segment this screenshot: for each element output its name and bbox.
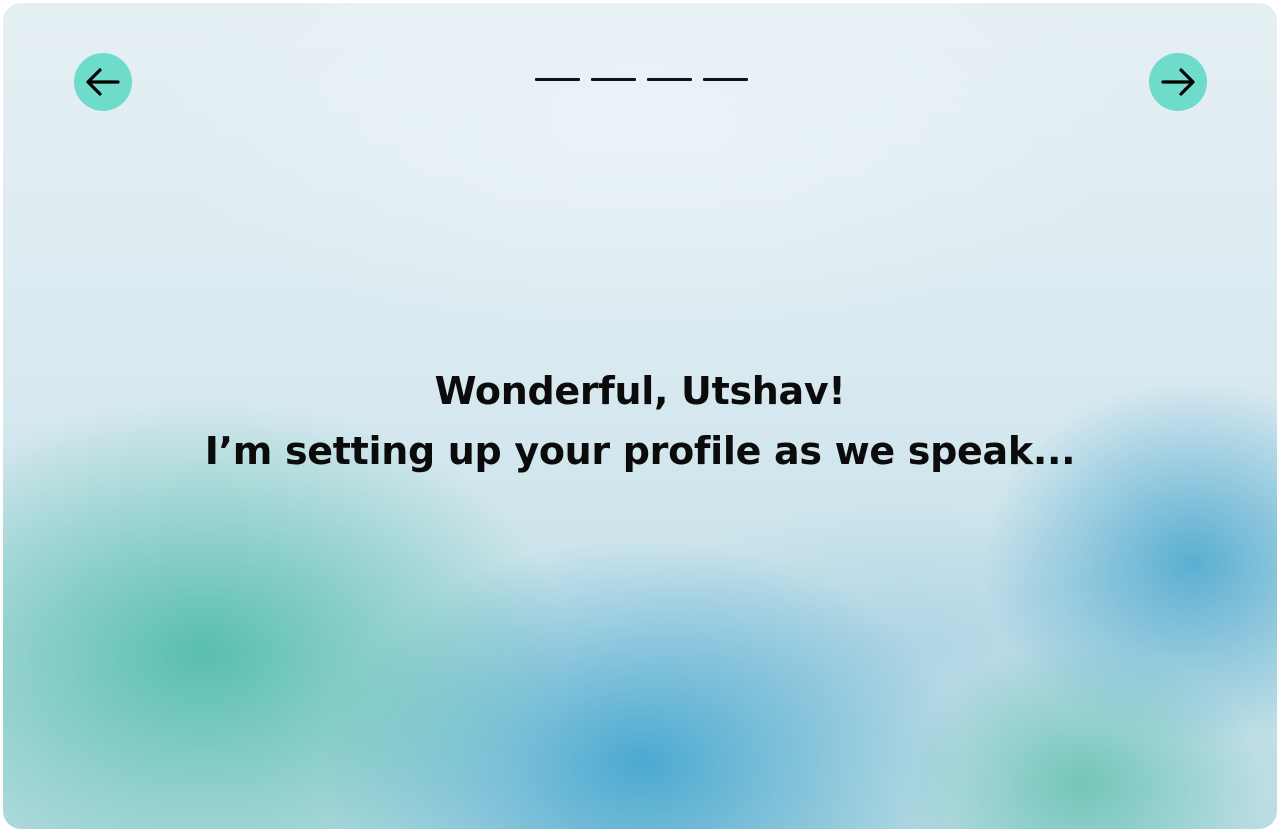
setup-status-text: I’m setting up your profile as we speak.… [204,429,1076,473]
greeting-text: Wonderful, Utshav! [434,369,846,413]
arrow-right-icon [1161,68,1195,96]
back-button[interactable] [74,53,132,111]
arrow-left-icon [86,68,120,96]
progress-step [535,78,580,81]
onboarding-screen: Wonderful, Utshav! I’m setting up your p… [3,3,1277,829]
status-message: Wonderful, Utshav! I’m setting up your p… [3,361,1277,481]
progress-step [591,78,636,81]
progress-step [703,78,748,81]
next-button[interactable] [1149,53,1207,111]
progress-indicator [535,78,748,81]
progress-step [647,78,692,81]
